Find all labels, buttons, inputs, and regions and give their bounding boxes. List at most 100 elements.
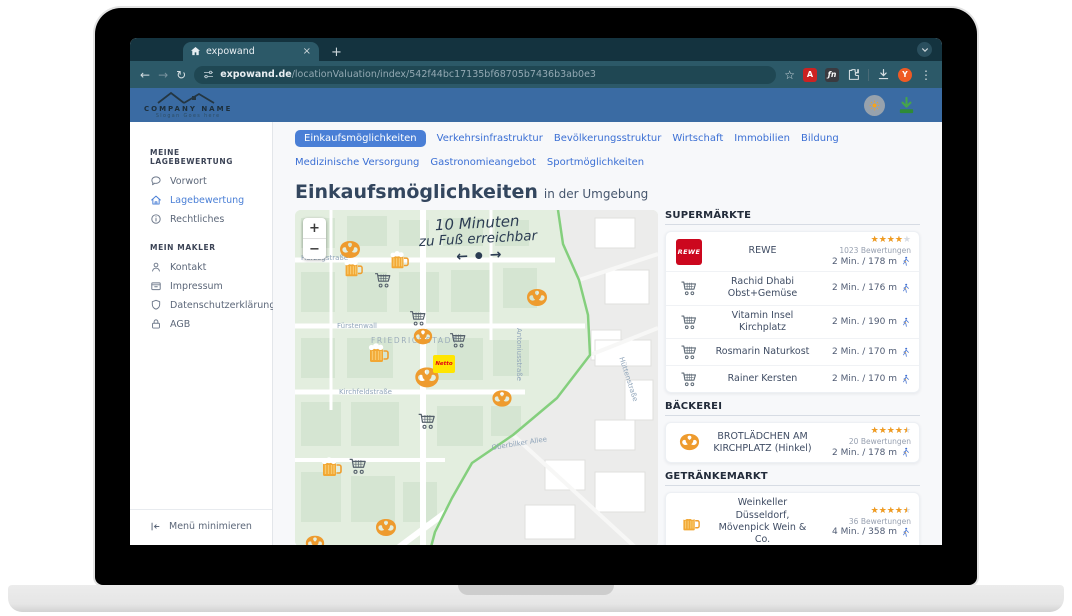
downloads-button[interactable] (877, 68, 890, 81)
minimize-menu-label: Menü minimieren (169, 521, 252, 532)
map-marker-cart-icon[interactable] (374, 271, 393, 290)
distance: 2 Min. / 176 m (832, 283, 911, 294)
category-tabs: Einkaufsmöglichkeiten Verkehrsinfrastrukt… (295, 130, 920, 171)
browser-window: expowand × + ← → ↻ expowand.de/locationV… (130, 38, 942, 545)
map-marker-cart-icon[interactable] (417, 411, 437, 431)
tab-gastronomieangebot[interactable]: Gastronomieangebot (430, 154, 536, 171)
poi-row[interactable]: Vitamin Insel Kirchplatz2 Min. / 190 m (666, 305, 919, 339)
sidebar-item-kontakt[interactable]: Kontakt (150, 261, 264, 273)
map-marker-cart-icon[interactable] (348, 456, 368, 476)
map-marker-pretzel-icon[interactable] (525, 286, 549, 310)
map-marker-beer-icon[interactable] (318, 455, 342, 479)
page-title: Einkaufsmöglichkeitenin der Umgebung (295, 181, 920, 203)
zoom-out-button[interactable]: − (303, 239, 326, 259)
person-icon (150, 261, 162, 273)
poi-row[interactable]: BROTLÄDCHEN AM KIRCHPLATZ (Hinkel)★★★★★★… (666, 423, 919, 462)
tab-bildung[interactable]: Bildung (801, 130, 839, 147)
browser-menu-icon[interactable]: ⋮ (920, 69, 932, 81)
zoom-in-button[interactable]: + (303, 218, 326, 239)
star-rating: ★★★★★★★★★★ (871, 507, 911, 516)
tab-einkaufsmöglichkeiten[interactable]: Einkaufsmöglichkeiten (295, 130, 426, 147)
panel-card: Weinkeller Düsseldorf, Mövenpick Wein & … (665, 492, 920, 545)
extensions-puzzle-icon[interactable] (847, 68, 860, 81)
main-content: Einkaufsmöglichkeiten Verkehrsinfrastrukt… (273, 122, 942, 545)
browser-tab[interactable]: expowand × (183, 42, 319, 61)
sidebar-item-label: Kontakt (170, 262, 206, 273)
map-zoom-control: + − (303, 218, 326, 259)
rewe-logo: REWE (672, 239, 706, 265)
map-street-label: Kirchfeldstraße (339, 388, 392, 396)
chevron-down-icon (921, 46, 929, 54)
walking-person-icon (900, 374, 911, 385)
map-marker-pretzel-icon[interactable] (304, 533, 326, 545)
sidebar-section-title: MEIN MAKLER (150, 243, 264, 252)
new-tab-button[interactable]: + (331, 46, 342, 59)
panel-section-title: GETRÄNKEMARKT (665, 471, 920, 486)
cart-icon (672, 343, 706, 361)
laptop-mockup: expowand × + ← → ↻ expowand.de/locationV… (0, 0, 1072, 616)
minimize-menu-button[interactable]: Menü minimieren (150, 521, 272, 532)
poi-name: BROTLÄDCHEN AM KIRCHPLATZ (Hinkel) (710, 431, 815, 456)
map-marker-cart-icon[interactable] (449, 331, 468, 350)
poi-row[interactable]: Rainer Kersten2 Min. / 170 m (666, 365, 919, 392)
map-marker-cart-icon[interactable] (409, 309, 428, 328)
distance-text: 2 Min. / 176 m (832, 283, 897, 293)
netto-store-logo[interactable]: Netto (433, 355, 455, 373)
back-button[interactable]: ← (140, 69, 150, 81)
panel-card: BROTLÄDCHEN AM KIRCHPLATZ (Hinkel)★★★★★★… (665, 422, 920, 463)
poi-row[interactable]: Rosmarin Naturkost2 Min. / 170 m (666, 338, 919, 365)
download-report-button[interactable] (897, 96, 916, 115)
tab-title: expowand (206, 46, 297, 57)
map-marker-beer-icon[interactable] (387, 249, 409, 271)
user-avatar[interactable] (864, 95, 885, 116)
map-marker-pretzel-icon[interactable] (374, 516, 398, 540)
poi-meta: 2 Min. / 176 m (819, 283, 911, 294)
browser-toolbar: ← → ↻ expowand.de/locationValuation/inde… (130, 61, 942, 88)
shield-icon (150, 299, 162, 311)
sidebar-item-label: Datenschutzerklärung (170, 300, 275, 311)
sidebar-item-label: AGB (170, 319, 190, 330)
laptop-base (8, 585, 1064, 612)
distance: 2 Min. / 190 m (832, 317, 911, 328)
poi-row[interactable]: Rachid Dhabi Obst+Gemüse 2 Min. / 176 m (666, 271, 919, 305)
tab-medizinische-versorgung[interactable]: Medizinische Versorgung (295, 154, 419, 171)
home-icon (191, 47, 200, 56)
review-count: 36 Bewertungen (849, 517, 911, 526)
map-street-label: Antoniusstraße (515, 328, 523, 381)
tab-bevölkerungsstruktur[interactable]: Bevölkerungsstruktur (554, 130, 662, 147)
sidebar-item-impressum[interactable]: Impressum (150, 280, 264, 292)
sidebar-item-label: Vorwort (170, 176, 207, 187)
tab-search-button[interactable] (917, 42, 932, 57)
map-marker-beer-icon[interactable] (365, 341, 389, 365)
cart-icon (672, 313, 706, 331)
distance-text: 2 Min. / 178 m (832, 448, 897, 458)
profile-avatar[interactable]: Y (898, 68, 912, 82)
tab-immobilien[interactable]: Immobilien (734, 130, 790, 147)
tab-close-icon[interactable]: × (303, 47, 311, 57)
sidebar-item-vorwort[interactable]: Vorwort (150, 175, 264, 187)
poi-row[interactable]: Weinkeller Düsseldorf, Mövenpick Wein & … (666, 493, 919, 545)
map-marker-pretzel-icon[interactable] (491, 388, 514, 411)
forward-button[interactable]: → (158, 69, 168, 81)
walking-person-icon (900, 527, 911, 538)
page-title-main: Einkaufsmöglichkeiten (295, 181, 538, 203)
map[interactable]: HerzogstraßeFürstenwallFRIEDRICHSTADTKir… (295, 210, 658, 545)
poi-name: Rachid Dhabi Obst+Gemüse (710, 276, 815, 301)
sidebar-item-datenschutzerkl-rung[interactable]: Datenschutzerklärung (150, 299, 264, 311)
sidebar-item-rechtliches[interactable]: Rechtliches (150, 213, 264, 225)
tab-verkehrsinfrastruktur[interactable]: Verkehrsinfrastruktur (437, 130, 543, 147)
bookmark-star-icon[interactable]: ☆ (784, 69, 795, 81)
poi-meta: 2 Min. / 170 m (819, 347, 911, 358)
tab-sportmöglichkeiten[interactable]: Sportmöglichkeiten (547, 154, 644, 171)
map-marker-pretzel-icon[interactable] (412, 326, 434, 348)
pdf-extension-icon[interactable]: A (803, 68, 817, 82)
cart-icon (672, 370, 706, 388)
tab-wirtschaft[interactable]: Wirtschaft (672, 130, 723, 147)
sidebar-item-lagebewertung[interactable]: Lagebewertung (150, 194, 264, 206)
poi-row[interactable]: REWEREWE★★★★★★★★★★1023 Bewertungen2 Min.… (666, 232, 919, 271)
url-bar[interactable]: expowand.de/locationValuation/index/542f… (194, 66, 776, 84)
reload-button[interactable]: ↻ (176, 69, 186, 81)
sidebar-item-agb[interactable]: AGB (150, 318, 264, 330)
map-marker-beer-icon[interactable] (341, 257, 363, 279)
fn-extension-icon[interactable]: ƒn (825, 68, 839, 82)
